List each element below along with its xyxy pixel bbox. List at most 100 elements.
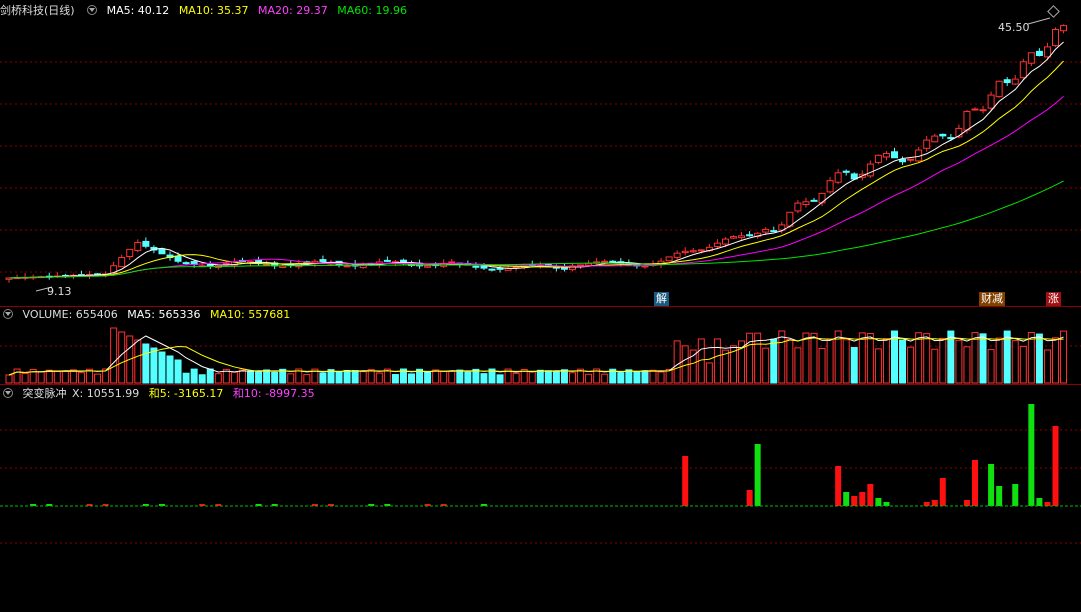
candle-body	[601, 260, 609, 263]
candle-body	[488, 268, 496, 271]
ma-line	[8, 60, 1064, 279]
volume-bar	[94, 373, 102, 384]
pulse-bar	[1028, 404, 1035, 506]
candle-body	[866, 163, 874, 177]
low-price-label: 9.13	[47, 285, 72, 298]
indicator-he10: 和10: -8997.35	[232, 387, 315, 400]
candle-body	[343, 265, 351, 268]
volume-bar	[351, 370, 359, 384]
volume-bar	[134, 339, 142, 384]
unlock-marker[interactable]: 解	[654, 292, 669, 306]
candle-body	[174, 255, 182, 262]
volume-bar	[456, 369, 464, 384]
volume-value: VOLUME: 655406	[22, 308, 118, 321]
volume-bar	[899, 339, 907, 384]
candle-body	[794, 202, 802, 212]
limit-up-marker[interactable]: 涨	[1046, 292, 1061, 306]
candle-body	[979, 109, 987, 112]
pulse-bar	[939, 478, 946, 506]
candle-body	[665, 256, 673, 262]
volume-bar	[391, 374, 399, 384]
volume-bar	[963, 346, 971, 384]
high-pointer	[1027, 17, 1051, 25]
candle-body	[448, 261, 456, 264]
volume-bar	[190, 368, 198, 384]
pulse-bar	[963, 500, 970, 506]
dropdown-icon[interactable]	[3, 309, 13, 319]
volume-bar	[408, 373, 415, 384]
candle-body	[746, 234, 754, 237]
candle-body	[673, 252, 681, 258]
volume-bar	[45, 369, 53, 384]
volume-bar	[649, 369, 657, 384]
pulse-bar	[1012, 484, 1019, 506]
volume-bar	[995, 337, 1003, 384]
volume-bar	[150, 347, 158, 384]
volume-bar	[915, 332, 923, 384]
volume-bar	[560, 369, 568, 384]
candle-body	[496, 267, 504, 270]
volume-bar	[206, 368, 214, 384]
volume-ma5: MA5: 565336	[127, 308, 201, 321]
volume-bar	[689, 349, 697, 384]
volume-bar	[802, 332, 810, 384]
volume-bar	[464, 371, 472, 384]
volume-bar	[142, 343, 150, 384]
volume-bar	[319, 372, 327, 384]
volume-bar	[641, 370, 649, 384]
candle-body	[842, 170, 850, 173]
candle-body	[383, 259, 391, 262]
volume-bar	[53, 370, 61, 384]
volume-bar	[770, 338, 778, 384]
candle-body	[681, 250, 689, 254]
volume-bar	[118, 331, 126, 384]
candle-body	[931, 135, 939, 143]
pulse-bars	[30, 404, 1059, 506]
candle-body	[826, 180, 834, 193]
volume-bar	[569, 372, 576, 384]
candle-body	[802, 201, 810, 206]
volume-bar	[907, 346, 915, 384]
volume-bar	[923, 333, 931, 384]
volume-bar	[263, 369, 271, 384]
candle-body	[721, 238, 729, 245]
candle-body	[1035, 50, 1043, 57]
pulse-bar	[867, 484, 874, 506]
candle-body	[907, 158, 915, 161]
volume-bar	[1011, 340, 1019, 384]
dropdown-icon[interactable]	[3, 388, 13, 398]
volume-bars	[5, 327, 1068, 384]
earnings-marker[interactable]: 财减	[979, 292, 1005, 306]
volume-bar	[858, 332, 866, 384]
candle-body	[697, 249, 705, 252]
volume-ma10: MA10: 557681	[209, 308, 291, 321]
volume-panel-header: VOLUME: 655406 MA5: 565336 MA10: 557681	[0, 308, 296, 322]
indicator-he5: 和5: -3165.17	[148, 387, 224, 400]
pulse-bar	[682, 456, 689, 506]
volume-bar	[440, 370, 448, 384]
candle-body	[995, 80, 1003, 98]
volume-bar	[979, 333, 987, 384]
candle-body	[770, 230, 778, 233]
volume-bar	[528, 371, 536, 384]
candle-body	[1052, 28, 1059, 47]
pulse-bar	[1052, 426, 1059, 506]
indicator-name: 突变脉冲	[22, 387, 67, 400]
candle-body	[1027, 52, 1035, 64]
pulse-bar	[931, 500, 938, 506]
candle-body	[730, 236, 737, 239]
volume-bar	[174, 359, 182, 384]
volume-bar	[585, 373, 593, 384]
candle-body	[134, 242, 142, 251]
candle-body	[947, 137, 955, 140]
volume-bar	[842, 339, 850, 384]
volume-bar	[882, 338, 890, 384]
volume-bar	[1052, 337, 1059, 384]
volume-bar	[601, 373, 609, 384]
pulse-bar	[843, 492, 850, 506]
volume-bar	[866, 333, 874, 384]
volume-bar	[786, 338, 794, 384]
volume-bar	[77, 372, 85, 384]
volume-bar	[432, 369, 440, 384]
volume-bar	[424, 371, 432, 384]
